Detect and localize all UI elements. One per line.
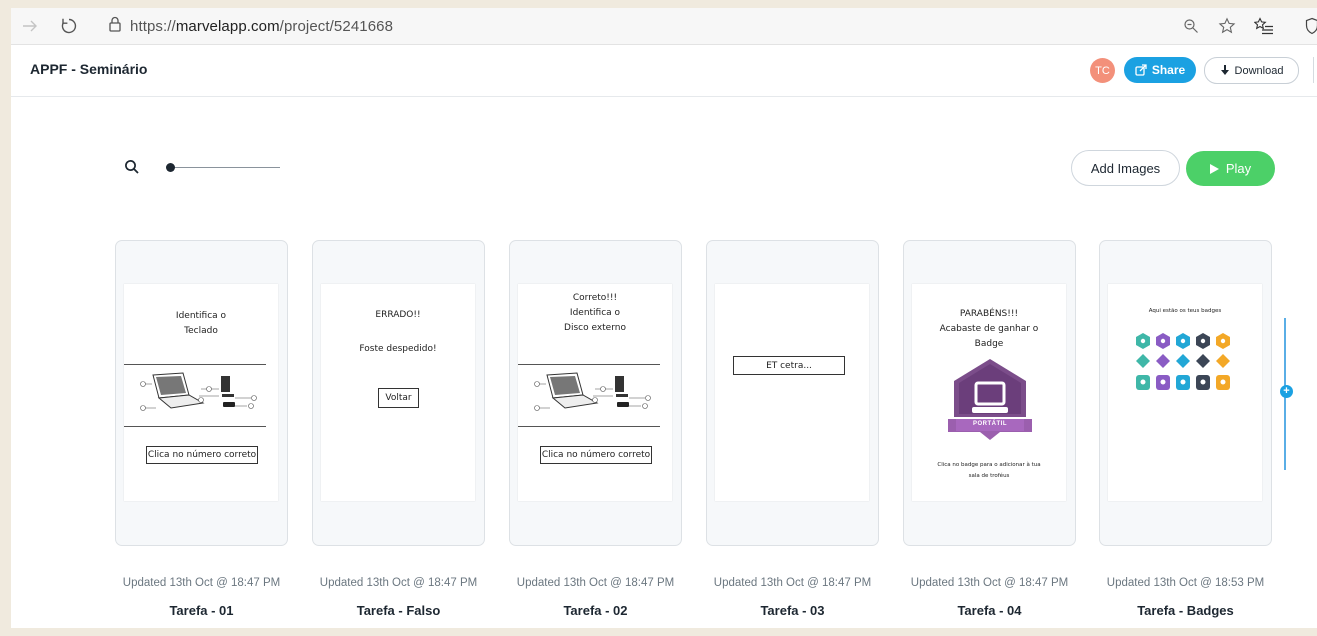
- screen-updated-time: Updated 13th Oct @ 18:47 PM: [910, 577, 1069, 589]
- download-button[interactable]: Download: [1204, 57, 1299, 84]
- screen-text: Correto!!!: [572, 293, 618, 303]
- screen-button-label: Clica no número correto: [540, 446, 652, 464]
- share-label: Share: [1151, 63, 1186, 77]
- screen-thumbnail: Correto!!! Identifica o Disco externo Cl…: [518, 284, 672, 501]
- badges-grid-icon: [1135, 331, 1235, 404]
- zoom-slider-handle[interactable]: [166, 163, 175, 172]
- divider: [124, 426, 266, 427]
- screen-text: Clica no badge para o adicionar à tua: [937, 462, 1041, 468]
- screen-thumbnail: Identifica o Teclado Clica no número cor…: [124, 284, 278, 501]
- screen-updated-time: Updated 13th Oct @ 18:47 PM: [713, 577, 872, 589]
- screen-button-label: Voltar: [378, 388, 419, 408]
- url-text: https://marvelapp.com/project/5241668: [130, 18, 393, 35]
- screen-updated-time: Updated 13th Oct @ 18:53 PM: [1106, 577, 1265, 589]
- zoom-page-icon[interactable]: [1183, 8, 1199, 44]
- app-header: APPF - Seminário TC Share Download: [11, 45, 1317, 97]
- divider: [518, 426, 660, 427]
- play-icon: [1209, 163, 1219, 174]
- screen-text: Identifica o: [569, 308, 621, 318]
- screen-card-tarefa-03[interactable]: ET cetra...: [706, 240, 879, 546]
- favorite-star-icon[interactable]: [1218, 8, 1236, 44]
- computer-diagram-image: [139, 370, 264, 423]
- laptop-badge-icon: [948, 359, 1032, 440]
- shield-icon[interactable]: [1305, 8, 1317, 44]
- screen-text: Acabaste de ganhar o: [939, 324, 1039, 334]
- screen-text: Aqui estão os teus badges: [1148, 308, 1222, 314]
- screen-button-label: Clica no número correto: [146, 446, 258, 464]
- window-frame-left: [0, 0, 11, 636]
- address-bar[interactable]: https://marvelapp.com/project/5241668: [108, 14, 393, 38]
- share-button[interactable]: Share: [1124, 57, 1196, 83]
- add-screen-plus-icon[interactable]: +: [1280, 385, 1293, 398]
- play-label: Play: [1225, 161, 1252, 176]
- laptop-badge: PORTÁTIL: [946, 357, 1034, 443]
- divider: [518, 364, 660, 365]
- screen-updated-time: Updated 13th Oct @ 18:47 PM: [319, 577, 478, 589]
- screen-thumbnail: ET cetra...: [715, 284, 869, 501]
- screen-card-tarefa-02[interactable]: Correto!!! Identifica o Disco externo Cl…: [509, 240, 682, 546]
- screen-thumbnail: PARABÉNS!!! Acabaste de ganhar o Badge P…: [912, 284, 1066, 501]
- computer-diagram-image: [533, 370, 658, 423]
- project-title: APPF - Seminário: [30, 61, 148, 77]
- screen-card-tarefa-falso[interactable]: ERRADO!! Foste despedido! Voltar: [312, 240, 485, 546]
- url-prefix: https://: [130, 17, 176, 35]
- lock-icon: [108, 16, 122, 37]
- screen-name[interactable]: Tarefa - 04: [903, 603, 1076, 618]
- back-arrow-icon[interactable]: [19, 8, 41, 44]
- download-label: Download: [1234, 64, 1284, 77]
- badge-label: PORTÁTIL: [973, 421, 1007, 427]
- screen-text: Teclado: [184, 326, 218, 336]
- screen-text: sala de troféus: [968, 473, 1010, 479]
- add-images-button[interactable]: Add Images: [1071, 150, 1180, 186]
- reload-icon[interactable]: [58, 8, 80, 44]
- screen-name[interactable]: Tarefa - 01: [115, 603, 288, 618]
- screen-updated-time: Updated 13th Oct @ 18:47 PM: [516, 577, 675, 589]
- screen-text: PARABÉNS!!!: [959, 309, 1019, 319]
- screen-button-label: ET cetra...: [733, 356, 845, 375]
- screen-name[interactable]: Tarefa - 02: [509, 603, 682, 618]
- zoom-slider-track[interactable]: [170, 167, 280, 168]
- window-frame-bottom: [0, 628, 1317, 636]
- screen-text: Badge: [974, 339, 1004, 349]
- avatar[interactable]: TC: [1090, 58, 1115, 83]
- header-divider: [1313, 57, 1314, 83]
- screen-text: ERRADO!!: [375, 310, 421, 320]
- screen-card-tarefa-badges[interactable]: Aqui estão os teus badges: [1099, 240, 1272, 546]
- screen-name[interactable]: Tarefa - 03: [706, 603, 879, 618]
- screen-thumbnail: Aqui estão os teus badges: [1108, 284, 1262, 501]
- play-button[interactable]: Play: [1186, 151, 1275, 186]
- window-frame-top: [0, 0, 1317, 8]
- screen-thumbnail: ERRADO!! Foste despedido! Voltar: [321, 284, 475, 501]
- screen-card-tarefa-04[interactable]: PARABÉNS!!! Acabaste de ganhar o Badge P…: [903, 240, 1076, 546]
- screen-name[interactable]: Tarefa - Falso: [312, 603, 485, 618]
- screen-card-tarefa-01[interactable]: Identifica o Teclado Clica no número cor…: [115, 240, 288, 546]
- favorites-list-icon[interactable]: [1254, 8, 1274, 44]
- screen-updated-time: Updated 13th Oct @ 18:47 PM: [122, 577, 281, 589]
- browser-toolbar: https://marvelapp.com/project/5241668: [11, 8, 1317, 45]
- url-path: /project/5241668: [279, 17, 394, 35]
- screen-text: Identifica o: [175, 311, 227, 321]
- divider: [124, 364, 266, 365]
- download-icon: [1220, 65, 1229, 75]
- screen-text: Disco externo: [564, 323, 626, 333]
- search-icon[interactable]: [124, 159, 140, 175]
- screen-name[interactable]: Tarefa - Badges: [1099, 603, 1272, 618]
- url-domain: marvelapp.com: [175, 17, 280, 35]
- screen-text: Foste despedido!: [359, 344, 437, 354]
- share-icon: [1135, 64, 1147, 76]
